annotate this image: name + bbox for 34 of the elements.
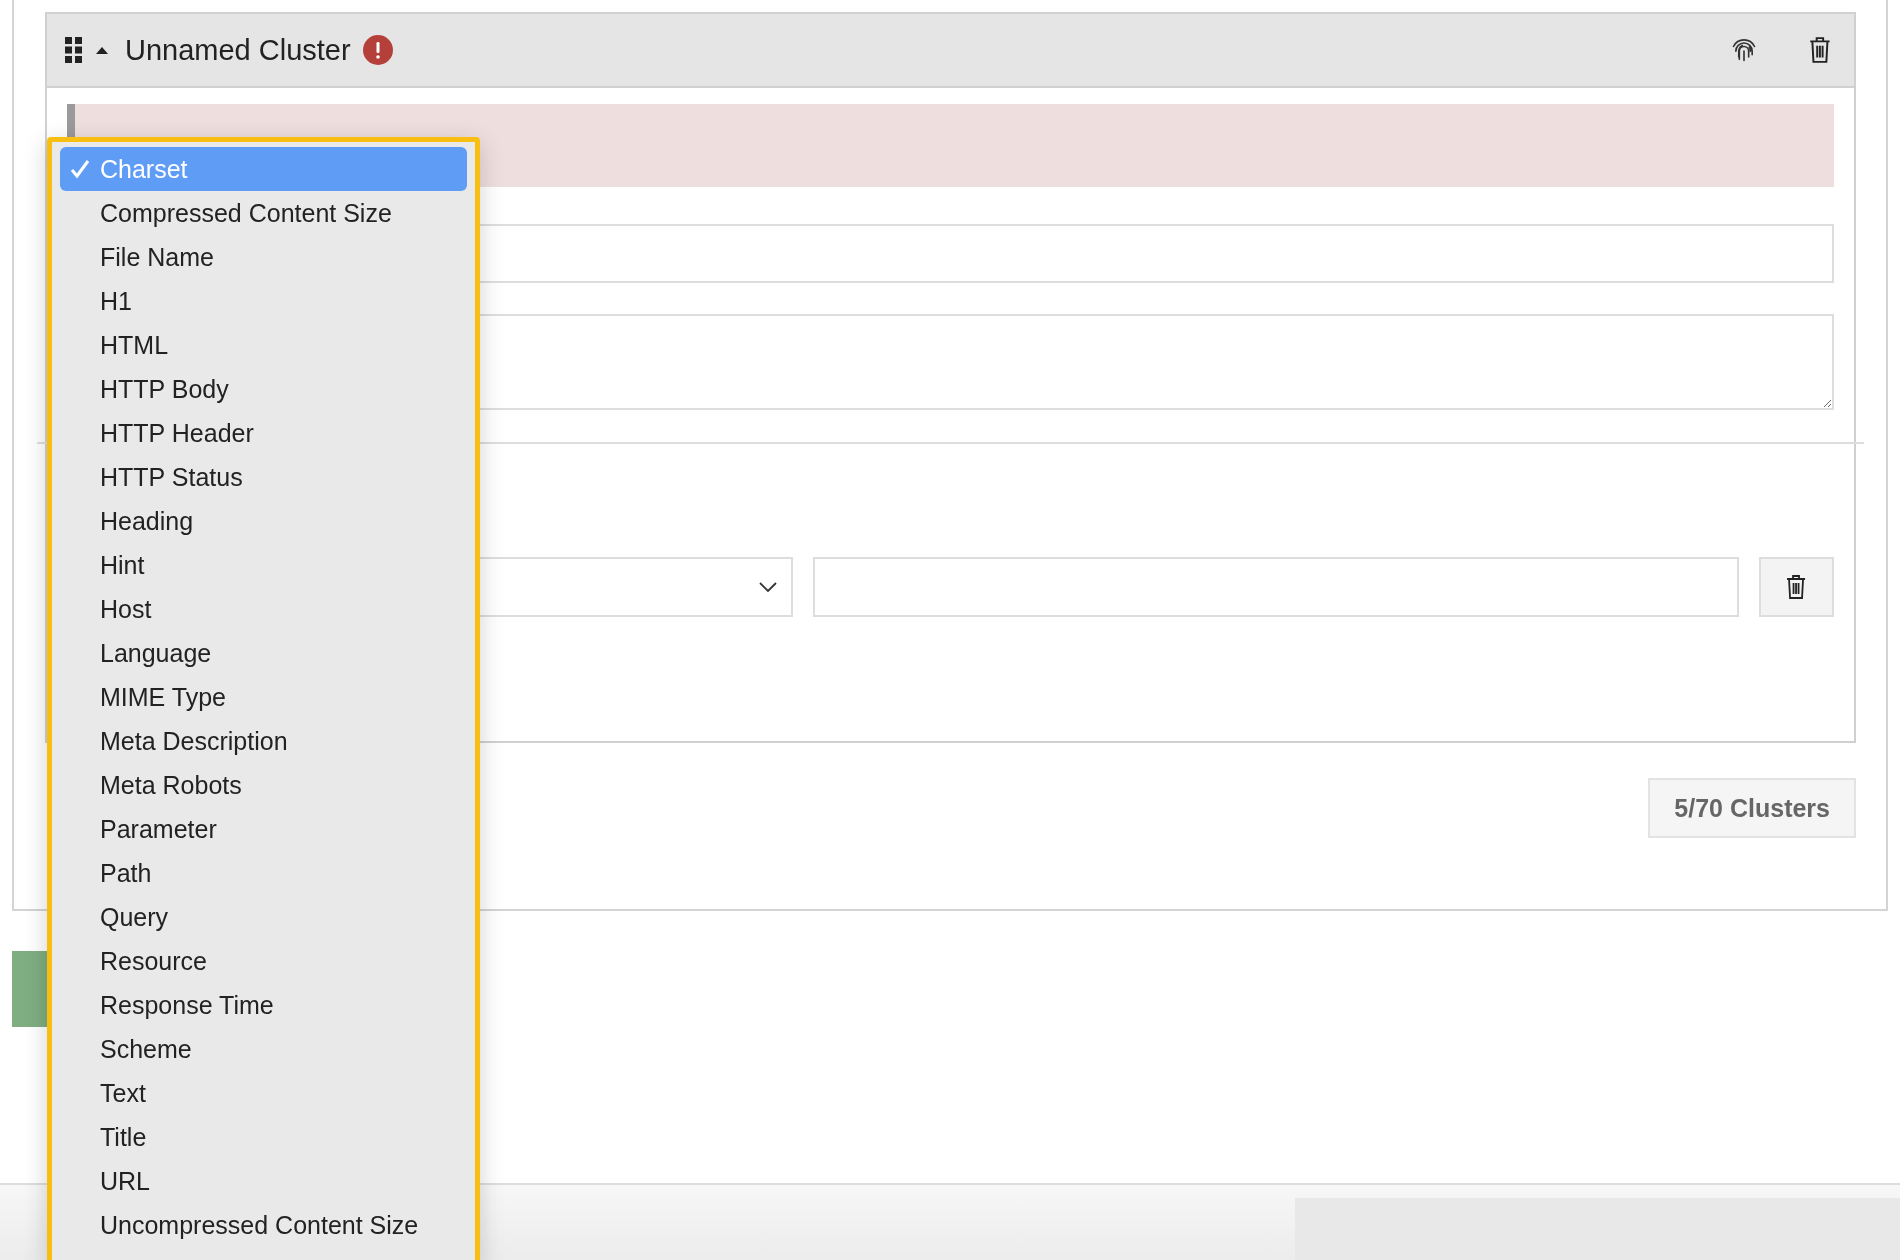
dropdown-option[interactable]: HTTP Status — [60, 455, 467, 499]
dropdown-option[interactable]: Title — [60, 1115, 467, 1159]
dropdown-option[interactable]: Language — [60, 631, 467, 675]
dropdown-option[interactable]: Query — [60, 895, 467, 939]
dropdown-option[interactable]: HTTP Body — [60, 367, 467, 411]
checkmark-icon — [70, 159, 90, 179]
chevron-down-icon — [759, 582, 777, 592]
dropdown-option[interactable]: Text — [60, 1071, 467, 1115]
trash-icon — [1808, 36, 1832, 64]
dropdown-option[interactable]: File Name — [60, 235, 467, 279]
dropdown-option[interactable]: Resource — [60, 939, 467, 983]
dropdown-option[interactable]: H1 — [60, 279, 467, 323]
drag-handle-icon[interactable] — [65, 37, 83, 63]
dropdown-option[interactable]: Hint — [60, 543, 467, 587]
dropdown-option[interactable]: Meta Robots — [60, 763, 467, 807]
dropdown-option[interactable]: HTML — [60, 323, 467, 367]
dropdown-option[interactable]: Uncompressed Content Size — [60, 1203, 467, 1247]
dropdown-option[interactable]: Path — [60, 851, 467, 895]
caret-icon[interactable] — [95, 45, 109, 55]
dropdown-option[interactable]: Parameter — [60, 807, 467, 851]
trash-icon — [1785, 574, 1808, 600]
cluster-title: Unnamed Cluster — [125, 33, 351, 67]
dropdown-option[interactable]: Compressed Content Size — [60, 191, 467, 235]
dropdown-option[interactable]: HTTP Header — [60, 411, 467, 455]
delete-row-button[interactable] — [1759, 557, 1834, 617]
dropdown-option[interactable]: Heading — [60, 499, 467, 543]
dropdown-option[interactable]: MIME Type — [60, 675, 467, 719]
dropdown-option[interactable]: Response Time — [60, 983, 467, 1027]
dropdown-option[interactable]: Scheme — [60, 1027, 467, 1071]
dropdown-option[interactable]: Host — [60, 587, 467, 631]
dropdown-option[interactable]: Meta Description — [60, 719, 467, 763]
cluster-count-button[interactable]: 5/70 Clusters — [1648, 778, 1856, 838]
dropdown-option[interactable]: URL — [60, 1159, 467, 1203]
value-field[interactable] — [813, 557, 1739, 617]
